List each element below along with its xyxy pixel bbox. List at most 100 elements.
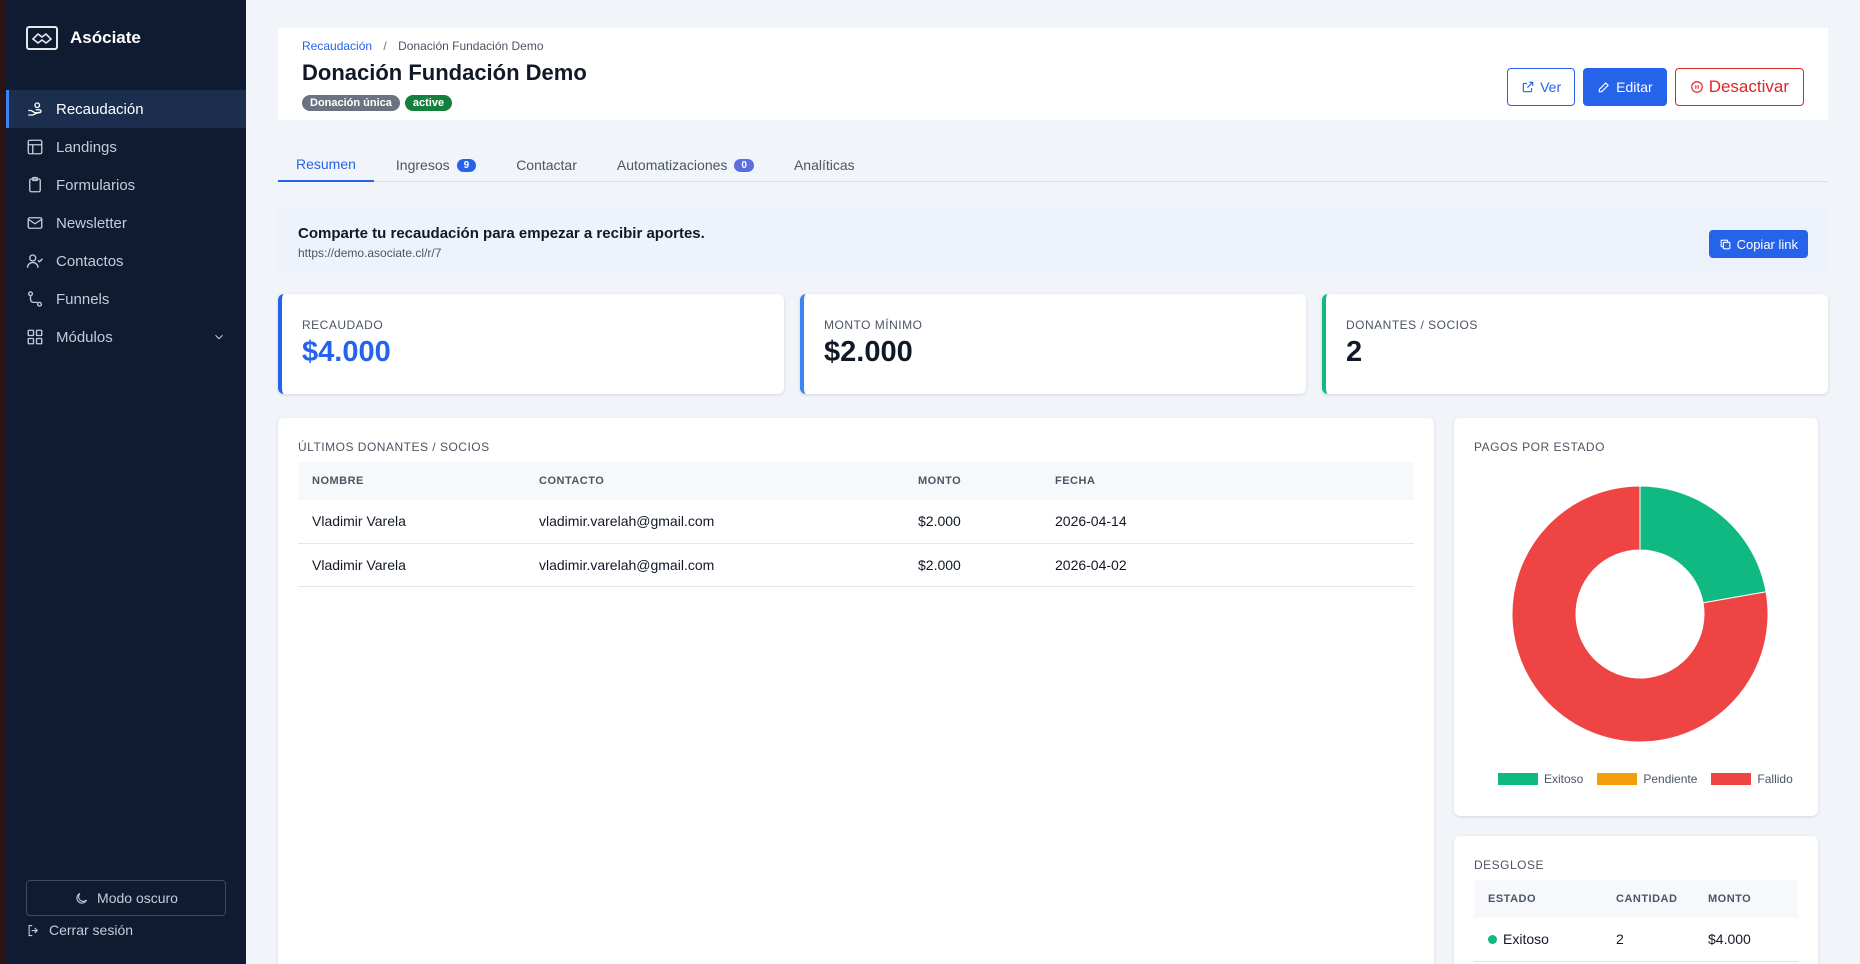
sidebar-item-funnels[interactable]: Funnels xyxy=(6,280,246,318)
tab-label: Automatizaciones xyxy=(616,157,728,173)
copy-link-label: Copiar link xyxy=(1736,236,1798,252)
legend-swatch xyxy=(1498,773,1538,785)
cell-date: 2026-04-02 xyxy=(1041,543,1414,587)
chart-legend: Exitoso Pendiente Fallido xyxy=(1498,772,1793,786)
donors-table: NOMBRE CONTACTO MONTO FECHA Vladimir Var… xyxy=(298,462,1414,587)
brand[interactable]: Asóciate xyxy=(26,26,141,50)
stat-card-monto-minimo: MONTO MÍNIMO $2.000 xyxy=(800,294,1306,394)
column-header: ESTADO xyxy=(1474,880,1602,918)
stat-label: MONTO MÍNIMO xyxy=(824,318,923,332)
deactivate-label: Desactivar xyxy=(1708,77,1789,96)
cell-contact: vladimir.varelah@gmail.com xyxy=(525,543,904,587)
dark-mode-button[interactable]: Modo oscuro xyxy=(26,880,226,916)
pause-circle-icon xyxy=(1690,81,1703,93)
deactivate-button[interactable]: Desactivar xyxy=(1674,68,1804,106)
tab-label: Resumen xyxy=(296,156,356,172)
view-button[interactable]: Ver xyxy=(1507,68,1576,106)
logout-link[interactable]: Cerrar sesión xyxy=(26,922,133,938)
column-header: NOMBRE xyxy=(298,462,525,500)
type-badge: Donación única xyxy=(302,95,400,111)
page-title: Donación Fundación Demo xyxy=(302,60,587,85)
sidebar-item-label: Formularios xyxy=(56,176,136,194)
stat-card-recaudado: RECAUDADO $4.000 xyxy=(278,294,784,394)
moon-icon xyxy=(76,892,88,904)
chevron-down-icon xyxy=(215,334,223,340)
table-row[interactable]: Vladimir Varela vladimir.varelah@gmail.c… xyxy=(298,543,1414,587)
legend-item-exitoso[interactable]: Exitoso xyxy=(1498,772,1583,786)
legend-item-fallido[interactable]: Fallido xyxy=(1711,772,1793,786)
cell-contact: vladimir.varelah@gmail.com xyxy=(525,500,904,544)
sidebar-item-label: Funnels xyxy=(56,290,110,308)
cell-amount: $2.000 xyxy=(904,500,1041,544)
copy-link-button[interactable]: Copiar link xyxy=(1708,230,1808,258)
breadcrumb-parent-link[interactable]: Recaudación xyxy=(302,39,372,53)
legend-label: Fallido xyxy=(1757,772,1793,786)
user-check-icon xyxy=(26,254,43,268)
sidebar-item-contactos[interactable]: Contactos xyxy=(6,242,246,280)
legend-swatch xyxy=(1597,773,1638,785)
table-header-row: NOMBRE CONTACTO MONTO FECHA xyxy=(298,462,1414,500)
card-title: PAGOS POR ESTADO xyxy=(1474,440,1605,454)
cell-amount: $4.000 xyxy=(1694,918,1798,962)
layout-icon xyxy=(27,139,43,155)
sidebar-nav: Recaudación Landings Formularios Newslet… xyxy=(6,90,246,356)
pencil-icon xyxy=(1598,82,1610,93)
sidebar-item-newsletter[interactable]: Newsletter xyxy=(6,204,246,242)
hand-coins-icon xyxy=(28,102,42,116)
latest-donors-card: ÚLTIMOS DONANTES / SOCIOS NOMBRE CONTACT… xyxy=(278,418,1434,964)
tab-ingresos[interactable]: Ingresos 9 xyxy=(378,148,494,182)
cell-name: Vladimir Varela xyxy=(298,500,525,544)
logout-icon xyxy=(28,924,39,936)
sidebar-item-label: Contactos xyxy=(56,252,124,270)
edit-label: Editar xyxy=(1616,79,1653,95)
payments-by-status-card: PAGOS POR ESTADO Exitoso Pendiente Falli… xyxy=(1454,418,1818,816)
share-url[interactable]: https://demo.asociate.cl/r/7 xyxy=(298,246,441,260)
tab-count-badge: 9 xyxy=(456,158,477,172)
sidebar-item-label: Landings xyxy=(56,138,117,156)
table-row[interactable]: Vladimir Varela vladimir.varelah@gmail.c… xyxy=(298,500,1414,544)
badges: Donación única active xyxy=(302,95,453,111)
grid-icon xyxy=(27,329,43,345)
card-title: DESGLOSE xyxy=(1474,858,1545,872)
view-label: Ver xyxy=(1540,79,1562,95)
column-header: CONTACTO xyxy=(525,462,904,500)
column-header: CANTIDAD xyxy=(1602,880,1694,918)
breadcrumb-separator: / xyxy=(383,39,387,53)
logout-label: Cerrar sesión xyxy=(49,922,134,938)
legend-item-pendiente[interactable]: Pendiente xyxy=(1597,772,1697,786)
external-link-icon xyxy=(1522,81,1534,93)
sidebar-item-landings[interactable]: Landings xyxy=(6,128,246,166)
share-banner: Comparte tu recaudación para empezar a r… xyxy=(278,208,1828,274)
dark-mode-label: Modo oscuro xyxy=(97,890,178,906)
table-row[interactable]: Exitoso 2 $4.000 xyxy=(1474,918,1798,962)
legend-label: Pendiente xyxy=(1643,772,1698,786)
tab-resumen[interactable]: Resumen xyxy=(278,148,374,182)
stat-card-donantes: DONANTES / SOCIOS 2 xyxy=(1322,294,1828,394)
tab-contactar[interactable]: Contactar xyxy=(498,148,595,182)
tabs: Resumen Ingresos 9 Contactar Automatizac… xyxy=(278,148,1828,182)
page-header: Recaudación / Donación Fundación Demo Do… xyxy=(278,28,1828,120)
status-badge: active xyxy=(404,95,453,111)
tab-analiticas[interactable]: Analíticas xyxy=(776,148,873,182)
brand-name: Asóciate xyxy=(70,28,141,47)
share-title: Comparte tu recaudación para empezar a r… xyxy=(298,225,705,242)
sidebar-item-formularios[interactable]: Formularios xyxy=(6,166,246,204)
column-header: MONTO xyxy=(1694,880,1798,918)
sidebar: Asóciate Recaudación Landings Formulario… xyxy=(6,0,246,964)
sidebar-item-modulos[interactable]: Módulos xyxy=(6,318,246,356)
mail-icon xyxy=(27,217,43,229)
breakdown-card: DESGLOSE ESTADO CANTIDAD MONTO Exitoso 2… xyxy=(1454,836,1818,964)
breadcrumb-current: Donación Fundación Demo xyxy=(398,39,544,53)
column-header: MONTO xyxy=(904,462,1041,500)
tab-automatizaciones[interactable]: Automatizaciones 0 xyxy=(599,148,772,182)
route-icon xyxy=(27,291,43,307)
sidebar-item-recaudacion[interactable]: Recaudación xyxy=(6,90,246,128)
edit-button[interactable]: Editar xyxy=(1583,68,1667,106)
legend-label: Exitoso xyxy=(1544,772,1584,786)
cell-name: Vladimir Varela xyxy=(298,543,525,587)
stat-value: $4.000 xyxy=(302,336,391,368)
donut-slice-exitoso[interactable] xyxy=(1639,485,1767,604)
tab-label: Analíticas xyxy=(793,157,855,173)
stat-label: RECAUDADO xyxy=(302,318,384,332)
card-title: ÚLTIMOS DONANTES / SOCIOS xyxy=(298,440,490,454)
